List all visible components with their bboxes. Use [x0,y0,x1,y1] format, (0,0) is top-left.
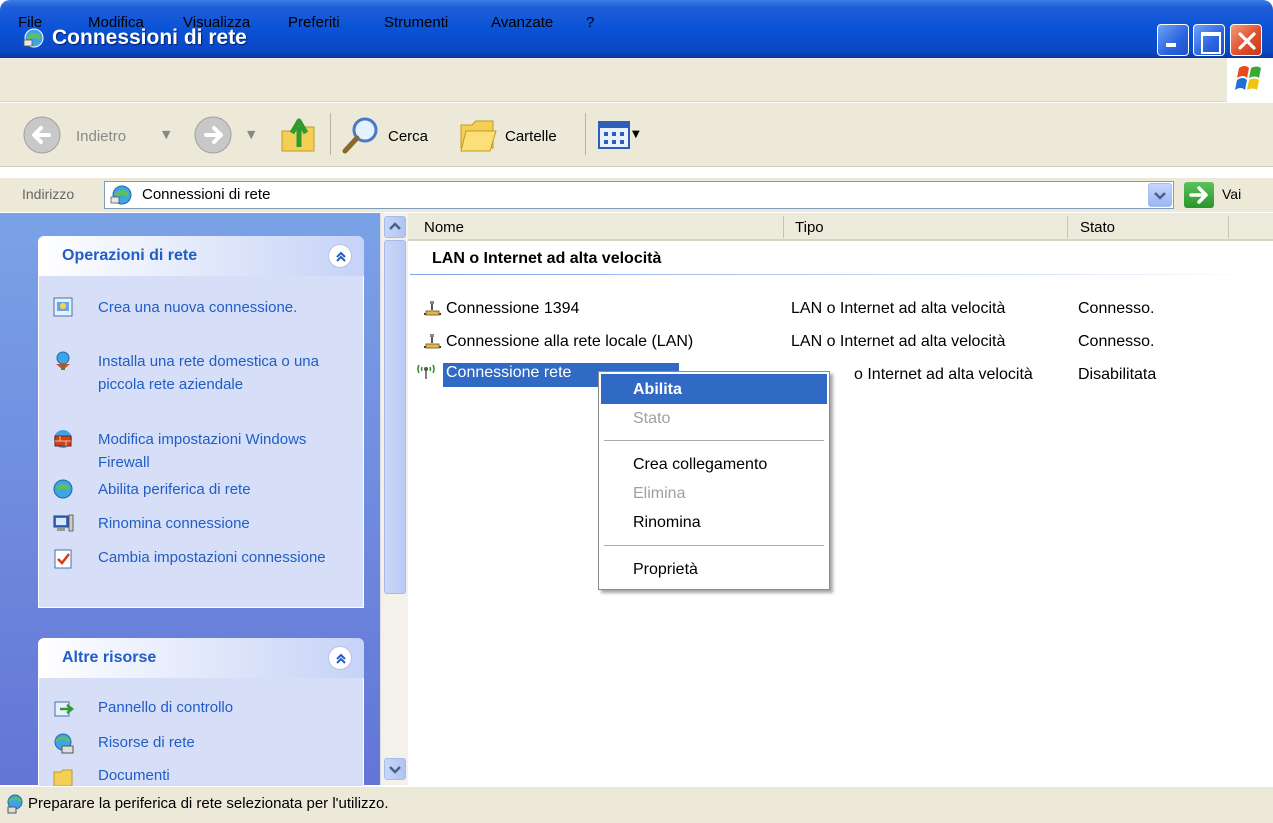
forward-arrow-icon[interactable] [193,115,233,155]
up-folder-icon[interactable] [278,113,320,157]
task-home-network[interactable]: Installa una rete domestica o una piccol… [98,350,348,396]
menu-item-rename[interactable]: Rinomina [633,514,701,532]
new-connection-icon [53,297,73,317]
link-network-places[interactable]: Risorse di rete [98,731,348,754]
other-places-title: Altre risorse [62,649,157,666]
scroll-down-button[interactable] [384,758,406,780]
task-firewall-settings[interactable]: Modifica impostazioni Windows Firewall [98,428,348,474]
back-arrow-icon[interactable] [22,115,62,155]
task-rename-connection[interactable]: Rinomina connessione [98,512,348,535]
row-type: LAN o Internet ad alta velocità [791,333,1006,350]
menu-advanced[interactable]: Avanzate [491,14,553,31]
menu-separator [604,440,824,441]
column-separator[interactable] [783,216,784,238]
menu-item-delete: Elimina [633,485,686,502]
row-type: LAN o Internet ad alta velocità [791,300,1006,317]
task-change-settings[interactable]: Cambia impostazioni connessione [98,546,348,569]
task-new-connection[interactable]: Crea una nuova connessione. [98,296,348,319]
chevron-down-icon [389,766,401,774]
menu-item-enable[interactable]: Abilita [633,381,682,399]
row-name[interactable]: Connessione alla rete locale (LAN) [446,333,693,351]
column-separator[interactable] [1067,216,1068,238]
lan-connection-icon[interactable] [423,333,443,351]
windows-logo [1227,58,1273,102]
go-button-label[interactable]: Vai [1222,186,1241,202]
go-button[interactable] [1184,182,1214,208]
menu-favorites[interactable]: Preferiti [288,14,340,31]
row-type: o Internet ad alta velocità [854,366,1033,383]
menu-view[interactable]: Visualizza [183,14,250,31]
menu-separator [604,545,824,546]
scroll-up-button[interactable] [384,216,406,238]
lan-connection-icon[interactable] [423,300,443,318]
collapse-button[interactable] [328,244,352,268]
chevron-up-icon [389,222,401,230]
link-documents[interactable]: Documenti [98,764,348,787]
back-dropdown-icon[interactable]: ▼ [162,128,170,141]
close-icon [1238,32,1256,50]
column-type[interactable]: Tipo [795,219,824,236]
row-status: Connesso. [1078,333,1155,350]
minimize-button[interactable] [1157,24,1189,56]
close-button[interactable] [1230,24,1262,56]
menu-tools[interactable]: Strumenti [384,14,448,31]
row-status: Connesso. [1078,300,1155,317]
row-name[interactable]: Connessione 1394 [446,300,579,318]
column-status[interactable]: Stato [1080,219,1115,236]
toolbar-separator [585,113,586,155]
back-button-label[interactable]: Indietro [76,128,126,145]
settings-icon [54,549,72,569]
menu-item-create-shortcut[interactable]: Crea collegamento [633,456,767,474]
menu-help[interactable]: ? [586,14,594,31]
network-tasks-header[interactable]: Operazioni di rete [38,236,364,276]
address-dropdown-button[interactable] [1148,183,1172,207]
task-enable-device[interactable]: Abilita periferica di rete [98,478,348,501]
network-tasks-title: Operazioni di rete [62,247,198,264]
column-header-row [408,213,1273,241]
menu-file[interactable]: File [18,14,42,31]
maximize-button[interactable] [1193,24,1225,56]
chevron-down-icon [1154,192,1166,200]
menu-item-properties[interactable]: Proprietà [633,561,698,579]
documents-icon [53,769,73,787]
go-arrow-icon [1189,186,1208,204]
search-button-label[interactable]: Cerca [388,128,428,145]
rename-icon [53,514,74,532]
wireless-connection-icon[interactable] [416,362,436,380]
row-status: Disabilitata [1078,366,1157,383]
views-dropdown-icon[interactable]: ▼ [632,129,640,140]
network-device-icon [7,794,23,814]
status-text: Preparare la periferica di rete selezion… [28,795,389,812]
other-places-header[interactable]: Altre risorse [38,638,364,678]
network-connections-icon [110,185,132,205]
scroll-thumb[interactable] [384,240,406,594]
connection-list [408,213,1273,785]
menu-item-status: Stato [633,410,671,427]
column-separator[interactable] [1228,216,1229,238]
firewall-icon [54,430,72,448]
menu-bar [0,58,1273,102]
control-panel-icon [54,701,74,717]
collapse-button[interactable] [328,646,352,670]
address-value: Connessioni di rete [142,186,271,203]
group-divider [410,274,1270,275]
link-control-panel[interactable]: Pannello di controllo [98,696,348,719]
enable-device-icon [53,479,73,499]
windows-flag-icon [1235,66,1261,90]
group-header: LAN o Internet ad alta velocità [432,250,662,267]
address-label: Indirizzo [22,186,75,202]
double-chevron-up-icon [336,653,346,664]
folders-icon[interactable] [458,115,498,155]
column-name[interactable]: Nome [424,219,464,236]
network-places-icon [54,733,74,754]
folders-button-label[interactable]: Cartelle [505,128,557,145]
menu-edit[interactable]: Modifica [88,14,144,31]
views-icon[interactable] [598,121,630,149]
home-network-icon [56,351,70,370]
search-icon[interactable] [340,114,382,156]
double-chevron-up-icon [336,251,346,262]
toolbar-separator [330,113,331,155]
forward-dropdown-icon[interactable]: ▼ [247,128,255,141]
